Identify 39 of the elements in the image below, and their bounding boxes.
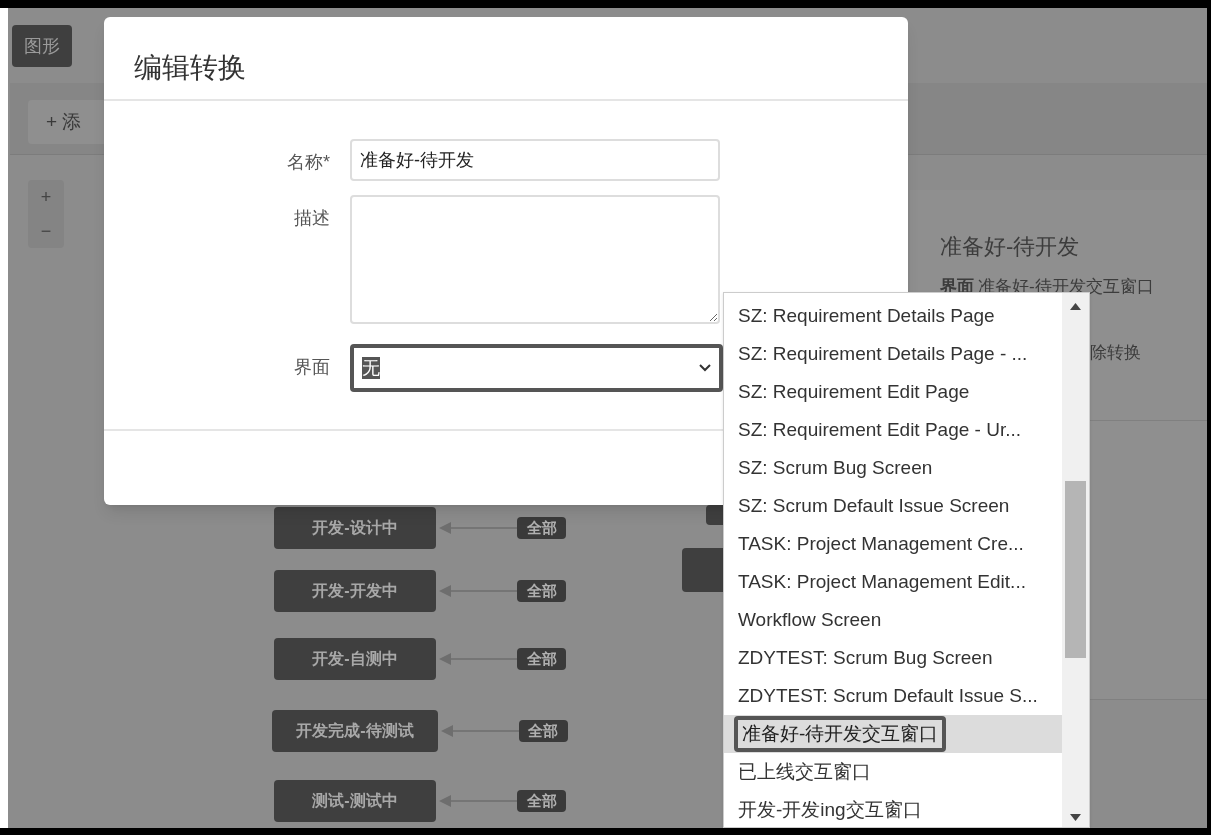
badge: 全部	[517, 648, 566, 670]
dropdown-option[interactable]: TASK: Project Management Cre...	[738, 529, 1024, 559]
description-field[interactable]	[350, 195, 720, 324]
dropdown-option[interactable]: 开发-开发ing交互窗口	[738, 795, 922, 825]
select-value: 无	[362, 357, 380, 379]
dropdown-option[interactable]: Workflow Screen	[738, 605, 882, 635]
dropdown-option[interactable]: ZDYTEST: Scrum Bug Screen	[738, 643, 993, 673]
field-label: 界面	[293, 356, 330, 379]
diagram-node: 开发完成-待测试	[272, 710, 438, 752]
badge: 全部	[517, 517, 566, 539]
tab[interactable]: 图形	[12, 25, 72, 67]
screen-select[interactable]: 无	[350, 344, 723, 392]
dropdown-option[interactable]: SZ: Requirement Edit Page	[738, 377, 970, 407]
dropdown-option[interactable]: ZDYTEST: Scrum Default Issue S...	[738, 681, 1038, 711]
chevron-down-icon	[699, 364, 711, 372]
diagram-node: 测试-测试中	[274, 780, 436, 822]
name-field[interactable]: 准备好-待开发	[350, 139, 720, 181]
diagram-node: 开发-设计中	[274, 507, 436, 549]
dropdown-option[interactable]: SZ: Requirement Details Page	[738, 301, 995, 331]
dropdown-option[interactable]: 已上线交互窗口	[738, 757, 871, 787]
scroll-up-icon[interactable]	[1070, 303, 1081, 310]
dropdown-option[interactable]: SZ: Requirement Details Page - ...	[738, 339, 1028, 369]
badge: 全部	[517, 790, 566, 812]
badge: 全部	[517, 580, 566, 602]
panel-title: 准备好-待开发	[940, 233, 1080, 261]
diagram-node: 开发-开发中	[274, 570, 436, 612]
dropdown-option[interactable]: TASK: Project Management Edit...	[738, 567, 1026, 597]
scroll-down-icon[interactable]	[1070, 814, 1081, 821]
dropdown-option[interactable]: SZ: Requirement Edit Page - Ur...	[738, 415, 1021, 445]
dialog-title: 编辑转换	[134, 51, 246, 85]
scrollbar-thumb[interactable]	[1065, 481, 1086, 658]
scrollbar[interactable]	[1062, 293, 1089, 827]
dropdown-option[interactable]: SZ: Scrum Default Issue Screen	[738, 491, 1010, 521]
field-label: 描述	[293, 207, 330, 230]
diagram-node: 开发-自测中	[274, 638, 436, 680]
dropdown-option[interactable]: SZ: Scrum Bug Screen	[738, 453, 933, 483]
dropdown-option[interactable]: 准备好-待开发交互窗口	[734, 716, 947, 752]
field-label: 名称*	[286, 151, 330, 174]
badge: 全部	[518, 720, 568, 742]
